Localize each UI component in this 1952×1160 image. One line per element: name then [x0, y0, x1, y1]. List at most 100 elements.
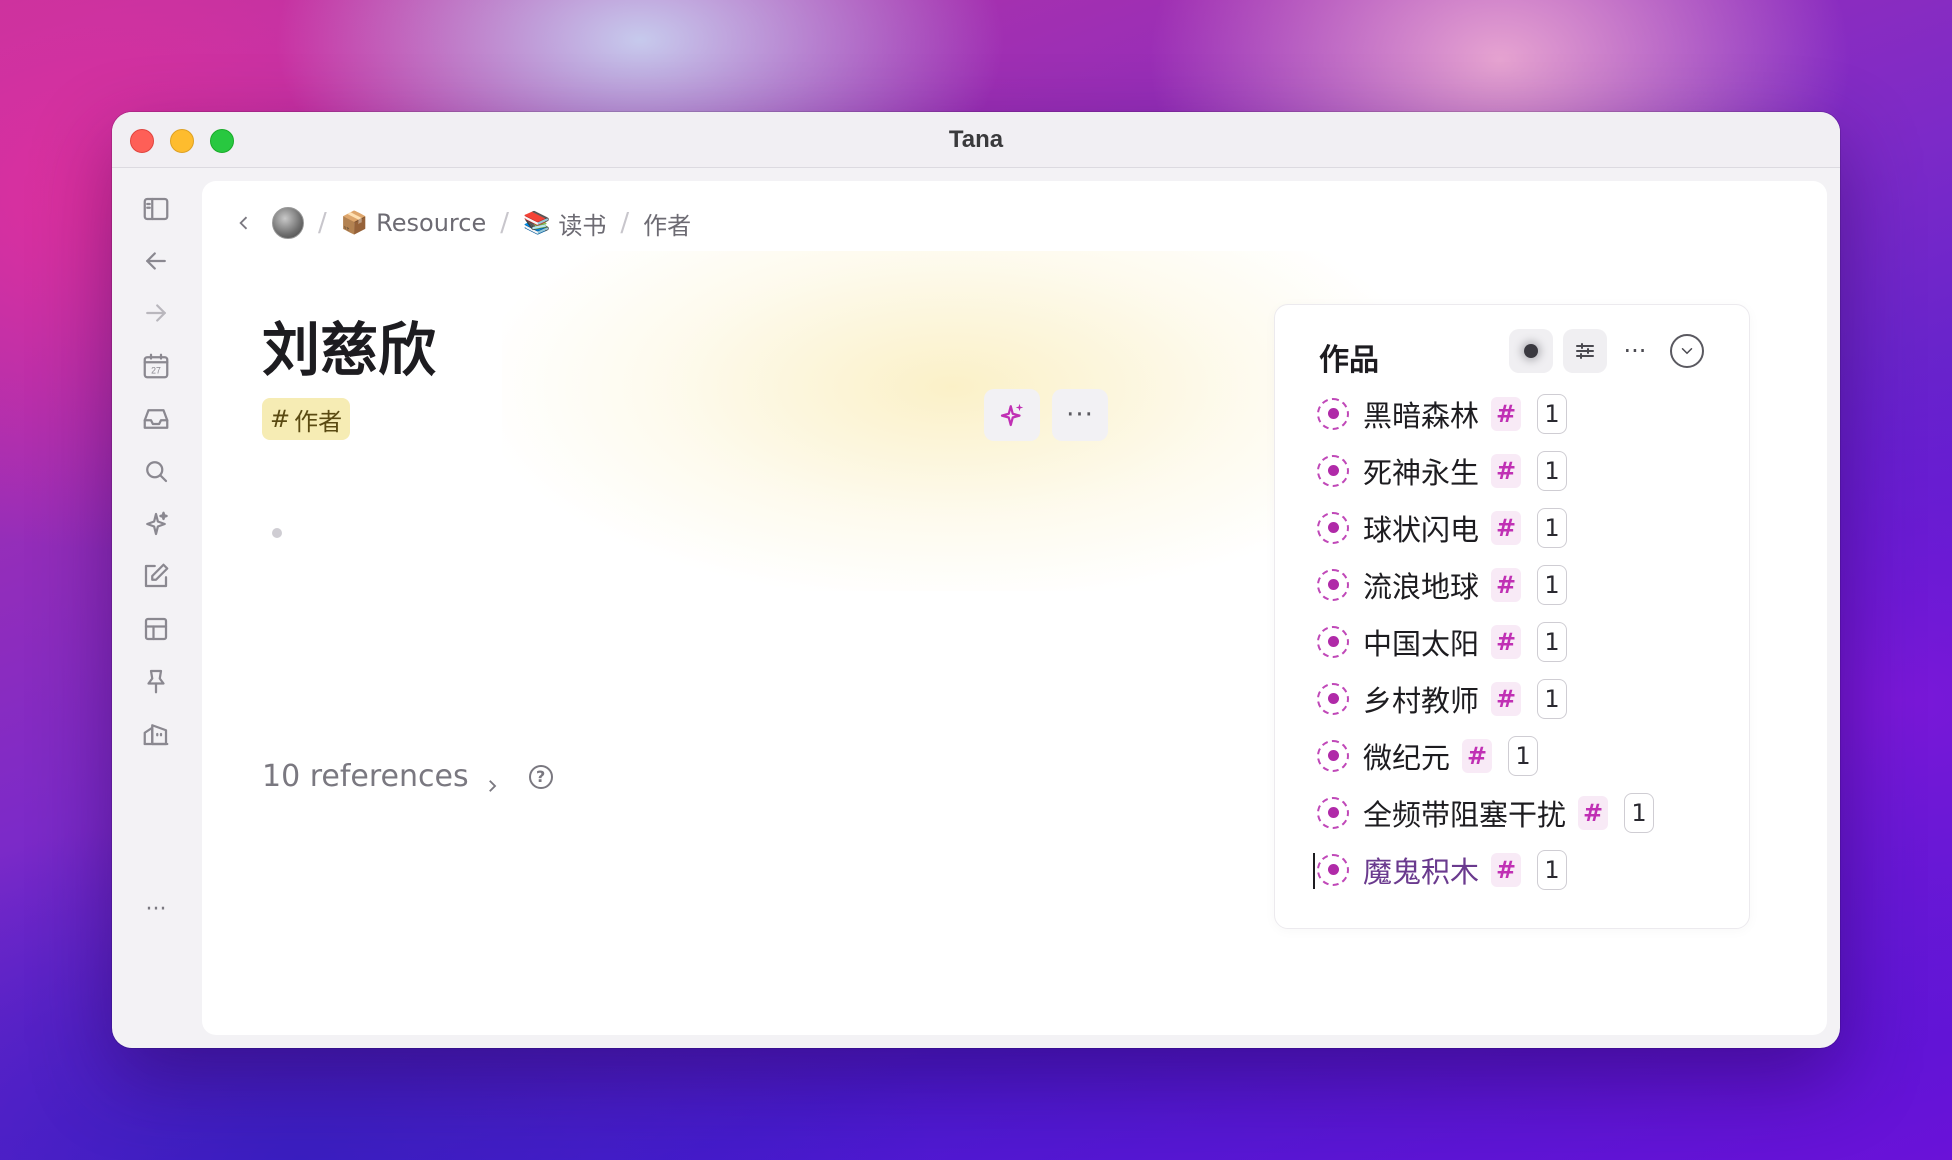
hash-icon[interactable]: #: [1491, 396, 1522, 431]
breadcrumb-separator: /: [318, 208, 327, 238]
list-item[interactable]: 黑暗森林 # 1: [1317, 385, 1654, 442]
sliders-icon: [1576, 343, 1594, 359]
breadcrumb-label: 作者: [643, 211, 692, 240]
hash-icon[interactable]: #: [1578, 795, 1609, 830]
list-item[interactable]: 乡村教师 # 1: [1317, 670, 1654, 727]
collapse-button[interactable]: [1665, 329, 1709, 373]
list-item[interactable]: 流浪地球 # 1: [1317, 556, 1654, 613]
workspace-button[interactable]: [136, 714, 176, 754]
hash-icon[interactable]: #: [1462, 738, 1493, 773]
supertag-chip[interactable]: # 作者: [262, 398, 351, 440]
list-item[interactable]: 球状闪电 # 1: [1317, 499, 1654, 556]
search-icon: [146, 461, 168, 483]
item-label[interactable]: 死神永生: [1363, 450, 1479, 492]
item-label[interactable]: 魔鬼积木: [1363, 849, 1479, 891]
hash-icon[interactable]: #: [1491, 510, 1522, 545]
chevron-down-icon: [1670, 334, 1704, 368]
node-bullet-icon[interactable]: [1317, 625, 1349, 658]
breadcrumb-back-button[interactable]: [230, 209, 258, 237]
dot-icon: [1524, 344, 1538, 358]
search-button[interactable]: [136, 451, 176, 491]
node-bullet-icon[interactable]: [1317, 454, 1349, 487]
breadcrumb-label: Resource: [376, 209, 487, 237]
hash-icon[interactable]: #: [1491, 453, 1522, 488]
page-title[interactable]: 刘慈欣: [262, 303, 436, 387]
node-bullet-icon[interactable]: [1317, 796, 1349, 829]
inbox-button[interactable]: [136, 399, 176, 439]
panel-more-button[interactable]: ···: [1613, 329, 1657, 373]
breadcrumb: / 📦 Resource / 📚 读书 / 作者: [230, 201, 691, 245]
reference-count-badge[interactable]: 1: [1537, 393, 1568, 434]
sparkle-icon: [146, 511, 168, 536]
chevron-right-icon: [483, 768, 501, 792]
list-item[interactable]: 全频带阻塞干扰 # 1: [1317, 784, 1655, 841]
calendar-button[interactable]: 27: [136, 346, 176, 386]
filter-button[interactable]: [1563, 329, 1607, 373]
hash-icon: #: [270, 405, 291, 433]
hash-icon[interactable]: #: [1491, 567, 1522, 602]
item-label[interactable]: 中国太阳: [1363, 621, 1479, 663]
new-note-button[interactable]: [136, 556, 176, 596]
item-label[interactable]: 全频带阻塞干扰: [1363, 792, 1566, 834]
minimize-window-button[interactable]: [170, 129, 194, 153]
hash-icon[interactable]: #: [1491, 681, 1522, 716]
close-window-button[interactable]: [130, 129, 154, 153]
references-toggle[interactable]: 10 references ?: [262, 759, 553, 794]
forward-button[interactable]: [136, 293, 176, 333]
reference-count-badge[interactable]: 1: [1537, 507, 1568, 548]
item-label[interactable]: 流浪地球: [1363, 564, 1479, 606]
edit-icon: [144, 563, 169, 588]
node-bullet-icon[interactable]: [1317, 397, 1349, 430]
list-item[interactable]: 中国太阳 # 1: [1317, 613, 1654, 670]
reference-count-badge[interactable]: 1: [1537, 849, 1568, 890]
reference-count-badge[interactable]: 1: [1537, 678, 1568, 719]
breadcrumb-item-author[interactable]: 作者: [643, 206, 691, 241]
home-icon: [143, 724, 169, 746]
chevron-left-icon: [239, 216, 248, 230]
header-glow: [502, 251, 1402, 591]
window-controls: [130, 129, 234, 153]
ai-assist-button[interactable]: [984, 389, 1040, 441]
pin-button[interactable]: [136, 661, 176, 701]
calendar-icon: 27: [143, 353, 169, 379]
node-bullet-icon[interactable]: [1317, 682, 1349, 715]
item-label[interactable]: 球状闪电: [1363, 507, 1479, 549]
hash-icon[interactable]: #: [1491, 624, 1522, 659]
pin-icon: [147, 669, 165, 694]
item-label[interactable]: 黑暗森林: [1363, 393, 1479, 435]
node-bullet-icon[interactable]: [1317, 739, 1349, 772]
list-item[interactable]: 死神永生 # 1: [1317, 442, 1654, 499]
more-icon[interactable]: ···: [136, 889, 176, 929]
panel-title: 作品: [1319, 343, 1379, 378]
layout-button[interactable]: [136, 609, 176, 649]
help-icon[interactable]: ?: [528, 764, 553, 789]
node-bullet-icon[interactable]: [1317, 853, 1349, 886]
reference-count-badge[interactable]: 1: [1537, 621, 1568, 662]
back-button[interactable]: [136, 241, 176, 281]
breadcrumb-label: 读书: [558, 211, 607, 240]
sidebar: 27 ···: [112, 169, 202, 1048]
reference-count-badge[interactable]: 1: [1537, 450, 1568, 491]
node-bullet-icon[interactable]: [1317, 511, 1349, 544]
references-label: 10 references: [262, 759, 469, 794]
item-label[interactable]: 乡村教师: [1363, 678, 1479, 720]
reference-count-badge[interactable]: 1: [1624, 792, 1655, 833]
main-content: / 📦 Resource / 📚 读书 / 作者 刘慈欣 # 作者 ··· 10…: [202, 181, 1827, 1035]
view-toggle-button[interactable]: [1509, 329, 1553, 373]
reference-count-badge[interactable]: 1: [1508, 735, 1539, 776]
hash-icon[interactable]: #: [1491, 852, 1522, 887]
breadcrumb-item-resource[interactable]: 📦 Resource: [341, 209, 486, 237]
zoom-window-button[interactable]: [210, 129, 234, 153]
reference-count-badge[interactable]: 1: [1537, 564, 1568, 605]
ai-button[interactable]: [136, 504, 176, 544]
page-more-button[interactable]: ···: [1052, 389, 1108, 441]
toggle-sidebar-button[interactable]: [136, 189, 176, 229]
item-label[interactable]: 微纪元: [1363, 735, 1450, 777]
list-item[interactable]: 魔鬼积木 # 1: [1313, 841, 1654, 898]
list-item[interactable]: 微纪元 # 1: [1317, 727, 1654, 784]
workspace-avatar[interactable]: [272, 207, 304, 239]
node-bullet-icon[interactable]: [1317, 568, 1349, 601]
breadcrumb-item-reading[interactable]: 📚 读书: [523, 206, 606, 241]
title-bar: Tana: [112, 112, 1840, 168]
empty-bullet[interactable]: [272, 528, 282, 538]
